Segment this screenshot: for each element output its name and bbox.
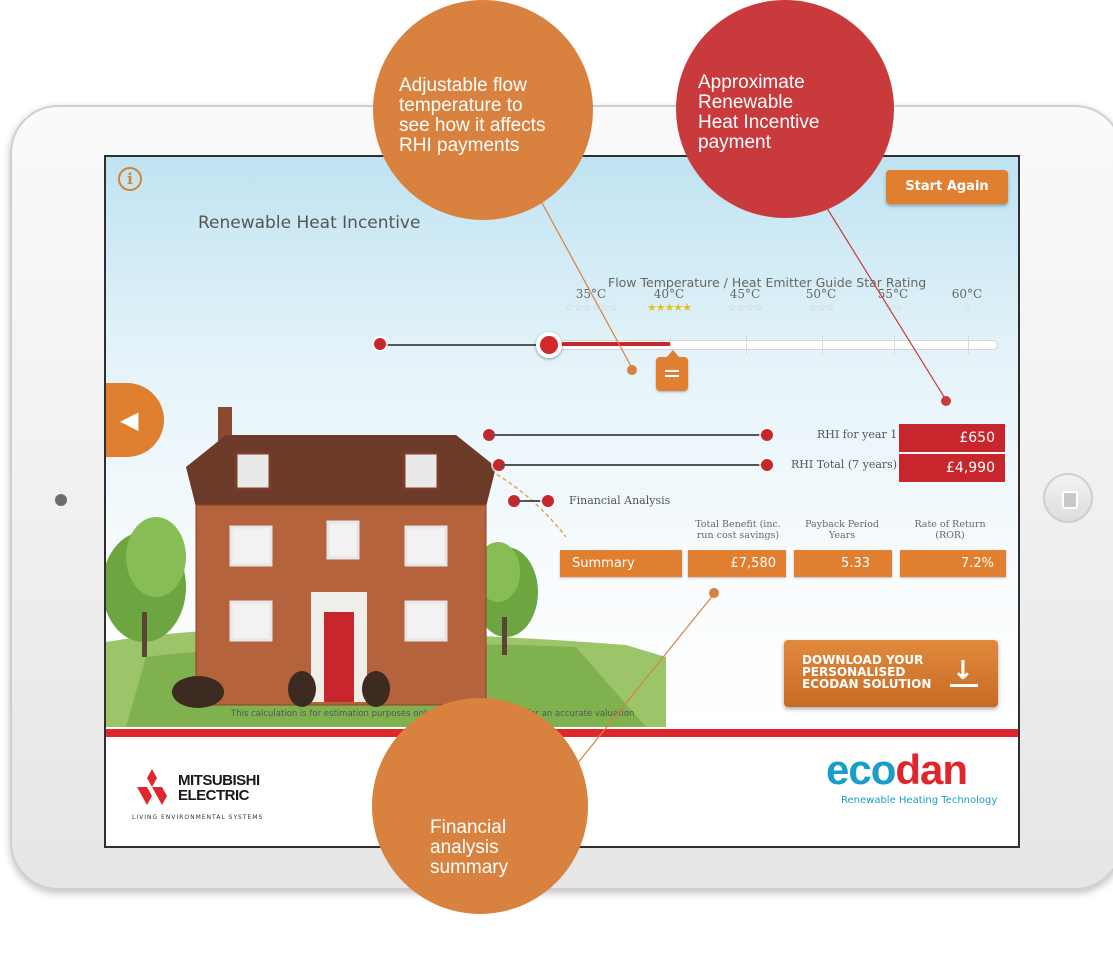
slider-knob[interactable] [536, 332, 562, 358]
ecodan-logo: ecodan [826, 746, 968, 793]
slider-tick [968, 335, 969, 354]
payback-period-value: 5.33 [794, 550, 892, 577]
connector-line [382, 344, 542, 346]
ecodan-tagline: Renewable Heating Technology [841, 795, 998, 806]
callout-line: see how it affects [399, 115, 546, 136]
star-rating: ☆ [962, 301, 973, 314]
callout-line: analysis [430, 837, 499, 858]
temp-label: 50°C [805, 287, 837, 301]
temp-label: 40°C [653, 287, 685, 301]
start-again-button[interactable]: Start Again [886, 170, 1008, 204]
star-rating: ☆☆☆☆☆☆ [564, 301, 618, 314]
callout-line: Heat Incentive [698, 112, 820, 133]
callout-line: summary [430, 857, 509, 878]
slider-handle[interactable] [656, 350, 688, 391]
financial-analysis-label: Financial Analysis [569, 494, 671, 507]
callout-line: RHI payments [399, 135, 520, 156]
summary-label: Summary [560, 550, 682, 577]
temp-label: 35°C [575, 287, 607, 301]
callout-rhi-payment: Approximate Renewable Heat Incentive pay… [676, 0, 894, 218]
page-title: Renewable Heat Incentive [198, 213, 421, 233]
rate-of-return-value: 7.2% [900, 550, 1006, 577]
connector-dot [542, 495, 554, 507]
star-rating-selected: ★★★★★ [646, 301, 692, 314]
rhi-year1-value: £650 [899, 424, 1005, 452]
mitsubishi-diamonds-logo [137, 769, 167, 805]
column-header: Rate of Return (ROR) [914, 519, 986, 541]
home-button[interactable] [1043, 473, 1093, 523]
callout-line: Financial [430, 817, 507, 838]
footer-divider [106, 729, 1018, 737]
temp-label: 60°C [951, 287, 983, 301]
connector-line [501, 464, 765, 466]
callout-line: payment [698, 132, 771, 153]
callout-line: Renewable [698, 92, 794, 113]
slider-tick [746, 335, 747, 354]
rhi-total-label: RHI Total (7 years) [791, 458, 898, 471]
mitsubishi-tagline: LIVING ENVIRONMENTAL SYSTEMS [132, 814, 264, 821]
electric-text: ELECTRIC [178, 787, 250, 804]
star-rating: ☆☆☆☆ [727, 301, 763, 314]
slider-fill [546, 342, 670, 346]
download-line: ECODAN SOLUTION [802, 677, 932, 691]
callout-line: Adjustable flow [399, 75, 527, 96]
download-icon: ↓ [952, 656, 974, 686]
temp-label: 55°C [877, 287, 909, 301]
star-rating: ☆☆☆ [807, 301, 836, 314]
connector-line [491, 434, 765, 436]
info-icon[interactable]: i [118, 167, 142, 191]
connector-dot [374, 338, 386, 350]
callout-flow-temperature: Adjustable flow temperature to see how i… [373, 0, 593, 220]
callout-financial-summary: Financial analysis summary [372, 698, 588, 914]
camera-icon [55, 494, 67, 506]
temp-label: 45°C [729, 287, 761, 301]
mitsubishi-text: MITSUBISHI [178, 772, 260, 789]
star-rating: ☆☆ [884, 301, 903, 314]
connector-dot [761, 429, 773, 441]
slider-tick [822, 335, 823, 354]
ecodan-eco: eco [826, 746, 896, 793]
rhi-year1-label: RHI for year 1 [817, 428, 898, 441]
download-icon-base [950, 684, 978, 687]
callout-line: Approximate [698, 72, 805, 93]
total-benefit-value: £7,580 [688, 550, 786, 577]
callout-line: temperature to [399, 95, 523, 116]
rhi-total-value: £4,990 [899, 454, 1005, 482]
download-solution-button[interactable]: DOWNLOAD YOUR PERSONALISED ECODAN SOLUTI… [784, 640, 998, 707]
ecodan-dan: dan [895, 746, 968, 793]
column-header: Total Benefit (inc. run cost savings) [695, 519, 781, 541]
connector-dot [761, 459, 773, 471]
slider-tick [894, 335, 895, 354]
column-header: Payback Period Years [805, 519, 879, 541]
